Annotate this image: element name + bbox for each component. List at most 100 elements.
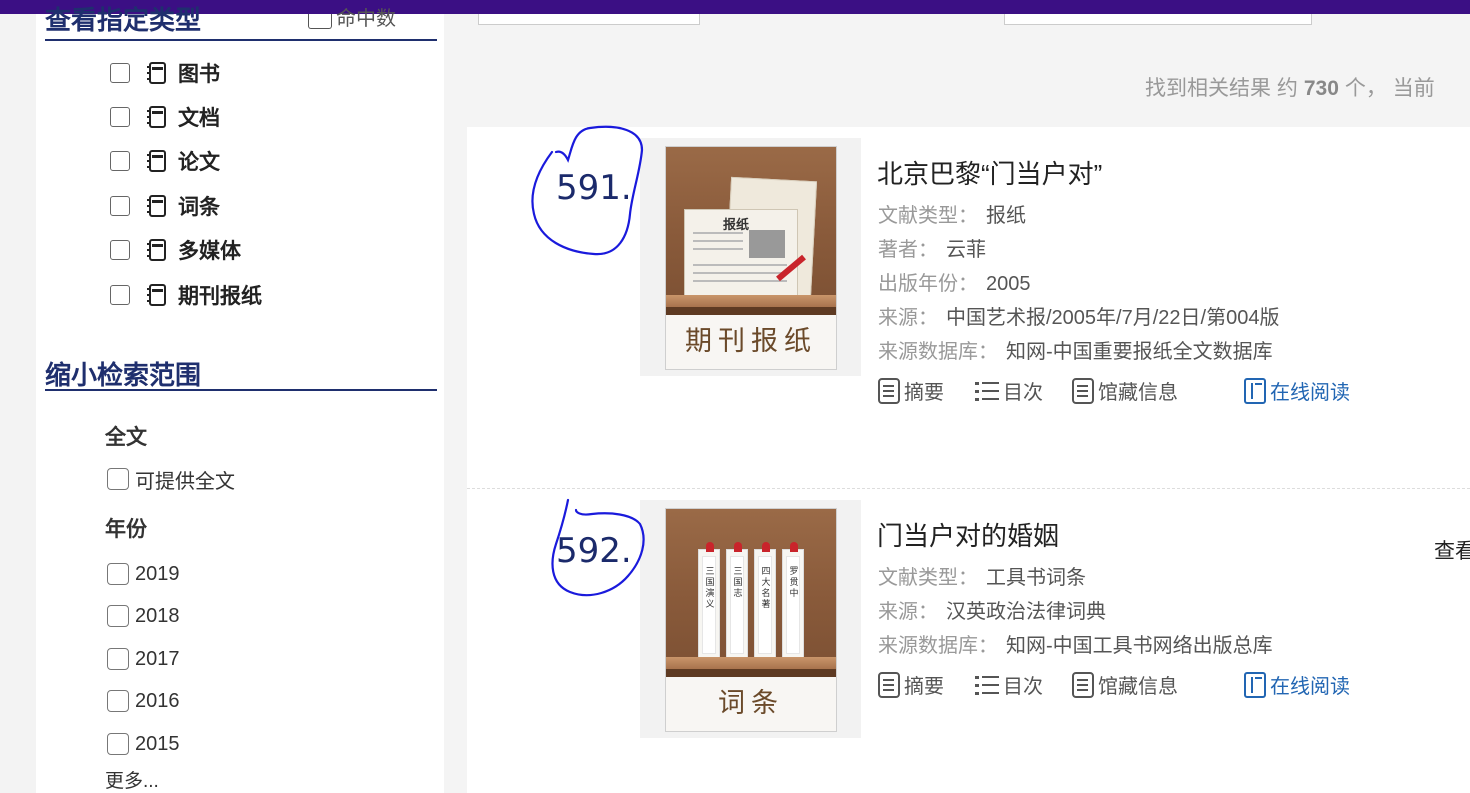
meta-source: 来源： 汉英政治法律词典 (878, 601, 1106, 623)
type-section-title: 查看指定类型 (45, 5, 202, 35)
view-link[interactable]: 查看 (1434, 535, 1470, 565)
type-section-rule (45, 39, 437, 41)
fulltext-checkbox[interactable] (107, 468, 129, 490)
meta-doc-type: 文献类型： 工具书词条 (878, 567, 1086, 589)
year-checkbox[interactable] (107, 563, 129, 585)
result-thumbnail[interactable]: 报纸 期刊报纸 (640, 138, 861, 376)
year-label: 2018 (135, 604, 180, 627)
document-icon (1072, 671, 1094, 698)
book-open-icon (1244, 671, 1266, 698)
year-option[interactable]: 2018 (107, 603, 180, 629)
toc-button[interactable]: 目次 (975, 376, 1043, 405)
result-count-number: 730 (1303, 77, 1339, 100)
year-checkbox[interactable] (107, 648, 129, 670)
bookmark-slip: 三国志 (726, 542, 748, 661)
notebook-icon (147, 194, 167, 218)
year-title: 年份 (105, 518, 147, 541)
result-number: 591. (556, 168, 632, 208)
type-checkbox[interactable] (110, 240, 130, 260)
narrow-section-rule (45, 389, 437, 391)
read-online-button[interactable]: 在线阅读 (1244, 670, 1350, 699)
year-option[interactable]: 2016 (107, 688, 180, 714)
type-checkbox[interactable] (110, 196, 130, 216)
year-label: 2016 (135, 689, 180, 712)
more-years-link[interactable]: 更多... (105, 766, 159, 793)
type-item-papers[interactable]: 论文 (110, 147, 220, 175)
wood-background (666, 509, 836, 677)
type-checkbox[interactable] (110, 107, 130, 127)
type-label: 图书 (178, 63, 220, 86)
notebook-icon (147, 105, 167, 129)
year-label: 2015 (135, 732, 180, 755)
notebook-icon (147, 238, 167, 262)
result-title[interactable]: 北京巴黎“门当户对” (877, 154, 1102, 191)
notebook-icon (147, 61, 167, 85)
result-number: 592. (556, 531, 632, 571)
meta-source: 来源： 中国艺术报/2005年/7月/22日/第004版 (878, 307, 1280, 329)
year-option[interactable]: 2017 (107, 646, 180, 672)
result-thumbnail[interactable]: 三国演义 三国志 四大名著 罗贯中 词条 (640, 500, 861, 738)
year-option[interactable]: 2015 (107, 731, 180, 757)
year-checkbox[interactable] (107, 690, 129, 712)
hit-count-checkbox[interactable] (308, 14, 332, 29)
thumbnail-caption: 词条 (666, 677, 836, 731)
result-count-prefix: 找到相关结果 约 (1145, 77, 1298, 100)
year-checkbox[interactable] (107, 605, 129, 627)
meta-doc-type: 文献类型： 报纸 (878, 205, 1026, 227)
result-divider (467, 488, 1470, 489)
meta-author: 著者： 云菲 (878, 239, 986, 261)
type-label: 词条 (178, 196, 220, 219)
result-title[interactable]: 门当户对的婚姻 (877, 516, 1059, 553)
type-label: 期刊报纸 (178, 285, 262, 308)
left-gutter (0, 14, 36, 793)
type-item-entries[interactable]: 词条 (110, 192, 220, 220)
type-item-multimedia[interactable]: 多媒体 (110, 236, 241, 264)
fulltext-label: 可提供全文 (135, 470, 235, 493)
sidebar: 查看指定类型 命中数 图书 文档 论文 词条 多媒体 期刊报纸 缩小检索范围 全… (36, 5, 444, 793)
year-option[interactable]: 2019 (107, 561, 180, 587)
type-checkbox[interactable] (110, 151, 130, 171)
abstract-button[interactable]: 摘要 (878, 376, 944, 405)
holdings-button[interactable]: 馆藏信息 (1072, 670, 1178, 699)
type-item-documents[interactable]: 文档 (110, 103, 220, 131)
fulltext-title: 全文 (105, 426, 147, 449)
bookmark-slip: 四大名著 (754, 542, 776, 661)
type-checkbox[interactable] (110, 63, 130, 83)
book-open-icon (1244, 377, 1266, 404)
bookmark-slip: 罗贯中 (782, 542, 804, 661)
top-bar (0, 0, 1470, 14)
type-label: 多媒体 (178, 240, 241, 263)
result-count-suffix: 个， 当前 (1344, 77, 1435, 100)
list-icon (975, 674, 999, 696)
type-label: 文档 (178, 107, 220, 130)
search-input-secondary[interactable] (1004, 14, 1312, 25)
notebook-icon (147, 149, 167, 173)
document-icon (878, 377, 900, 404)
type-label: 论文 (178, 151, 220, 174)
document-icon (878, 671, 900, 698)
year-label: 2017 (135, 647, 180, 670)
document-icon (1072, 377, 1094, 404)
thumbnail-caption: 期刊报纸 (666, 315, 836, 369)
shelf (666, 295, 836, 307)
type-item-journals[interactable]: 期刊报纸 (110, 281, 262, 309)
fulltext-option[interactable]: 可提供全文 (107, 466, 235, 493)
list-icon (975, 380, 999, 402)
search-input[interactable] (478, 14, 700, 25)
read-online-button[interactable]: 在线阅读 (1244, 376, 1350, 405)
notebook-icon (147, 283, 167, 307)
holdings-button[interactable]: 馆藏信息 (1072, 376, 1178, 405)
type-item-books[interactable]: 图书 (110, 59, 220, 87)
abstract-button[interactable]: 摘要 (878, 670, 944, 699)
newspaper-title: 报纸 (723, 218, 750, 233)
result-actions: 摘要 目次 馆藏信息 在线阅读 (878, 670, 1358, 700)
narrow-section-title: 缩小检索范围 (45, 360, 202, 390)
meta-database: 来源数据库： 知网-中国重要报纸全文数据库 (878, 341, 1273, 363)
type-checkbox[interactable] (110, 285, 130, 305)
meta-database: 来源数据库： 知网-中国工具书网络出版总库 (878, 635, 1273, 657)
hit-count-label: 命中数 (336, 8, 396, 30)
year-checkbox[interactable] (107, 733, 129, 755)
toc-button[interactable]: 目次 (975, 670, 1043, 699)
newspaper-photo (749, 230, 785, 258)
result-actions: 摘要 目次 馆藏信息 在线阅读 (878, 376, 1358, 406)
